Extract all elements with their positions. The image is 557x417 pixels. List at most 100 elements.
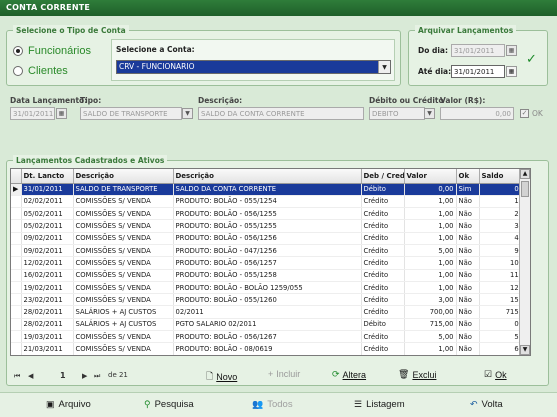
last-record-icon[interactable]: ⏭: [94, 372, 100, 381]
table-cell: Crédito: [361, 355, 404, 356]
table-cell: Crédito: [361, 281, 405, 295]
column-header[interactable]: Ok: [456, 169, 480, 184]
table-row[interactable]: 05/02/2011 COMISSÕES S/ VENDA PRODUTO: BOL…: [11, 207, 530, 221]
table-row[interactable]: ▶ 31/01/2011 SALDO DE TRANSPORTE SALDO DA C…: [11, 183, 530, 196]
table-cell: 1,00: [404, 232, 457, 245]
novo-button[interactable]: 🗋 Novo: [206, 369, 237, 385]
record-number: 1: [60, 371, 66, 380]
table-cell: 09/02/2011: [21, 244, 74, 258]
row-indicator: [11, 232, 22, 245]
vertical-scrollbar[interactable]: ▲ ▼: [519, 169, 530, 355]
table-cell: PRODUTO: BOLÃO - 055/1268: [173, 355, 361, 356]
footer-toolbar: ▣ Arquivo ⚲ Pesquisa 👥 Todos ☰ Listagem …: [0, 392, 557, 417]
scroll-up-icon[interactable]: ▲: [520, 169, 530, 179]
table-cell: Não: [456, 244, 480, 258]
row-indicator: [11, 269, 22, 282]
conta-select-box: Selecione a Conta: CRV - FUNCIONARIO ▼: [111, 39, 395, 81]
data-lancamento-label: Data Lançamento:: [10, 96, 88, 105]
row-indicator: [11, 355, 21, 356]
scroll-down-icon[interactable]: ▼: [520, 345, 530, 355]
radio-funcionarios[interactable]: Funcionários: [13, 45, 91, 57]
table-row[interactable]: 19/02/2011 COMISSÕES S/ VENDA PRODUTO: BOL…: [11, 281, 530, 295]
row-indicator: [11, 318, 22, 332]
radio-clientes[interactable]: Clientes: [13, 65, 68, 77]
table-cell: PRODUTO: BOLÃO - 055/1254: [173, 195, 362, 209]
list-icon: ☰: [354, 399, 363, 409]
table-cell: Débito: [361, 318, 405, 332]
tipo-conta-legend: Selecione o Tipo de Conta: [13, 25, 129, 36]
table-cell: Não: [456, 305, 480, 319]
listagem-button[interactable]: ☰ Listagem: [354, 399, 405, 410]
arquivo-button[interactable]: ▣ Arquivo: [46, 399, 91, 410]
conta-select[interactable]: CRV - FUNCIONARIO ▼: [116, 60, 391, 74]
row-indicator: [11, 256, 22, 270]
column-header[interactable]: Deb / Cred: [361, 169, 405, 184]
table-row[interactable]: 02/02/2011 COMISSÕES S/ VENDA PRODUTO: BOL…: [11, 195, 530, 209]
calendar-icon[interactable]: ▦: [506, 66, 517, 77]
table-row[interactable]: 19/03/2011 COMISSÕES S/ VENDA PRODUTO: BOL…: [11, 330, 530, 344]
table-cell: 21/03/2011: [21, 342, 74, 355]
table-cell: 19/02/2011: [21, 281, 74, 295]
debcred-label: Débito ou Crédito: [369, 96, 444, 105]
row-indicator: [11, 219, 22, 233]
table-row[interactable]: 21/03/2011 COMISSÕES S/ VENDA PRODUTO: BOL…: [11, 342, 530, 355]
table-cell: COMISSÕES S/ VENDA: [73, 256, 174, 270]
table-row[interactable]: 05/02/2011 COMISSÕES S/ VENDA PRODUTO: BOL…: [11, 219, 530, 233]
table-row[interactable]: 12/02/2011 COMISSÕES S/ VENDA PRODUTO: BOL…: [11, 256, 530, 270]
tipo-label: Tipo:: [80, 96, 102, 105]
table-row[interactable]: 23/03/2011COMISSÕES S/ VENDAPRODUTO: BOL…: [11, 355, 531, 356]
table-cell: COMISSÕES S/ VENDA: [73, 195, 174, 209]
tipo-conta-panel: Selecione o Tipo de Conta Funcionários C…: [6, 25, 401, 86]
checkmark-icon[interactable]: ✓: [526, 52, 537, 67]
table-row[interactable]: 28/02/2011 SALÁRIOS + AJ CUSTOS 02/2011 Cré…: [11, 305, 530, 319]
column-header[interactable]: Dt. Lancto: [21, 169, 74, 184]
table-cell: COMISSÕES S/ VENDA: [73, 244, 174, 258]
chevron-down-icon[interactable]: ▼: [378, 61, 390, 73]
incluir-button[interactable]: + Incluir: [268, 369, 300, 379]
table-cell: Crédito: [361, 269, 405, 282]
column-header[interactable]: Descrição: [173, 169, 362, 184]
chevron-down-icon: ▼: [182, 108, 193, 119]
radio-label-funcionarios: Funcionários: [28, 45, 91, 57]
lancamentos-grid[interactable]: Dt. Lancto Descrição Descrição Deb / Cre…: [10, 168, 531, 356]
users-icon: 👥: [252, 399, 264, 409]
conta-label: Selecione a Conta:: [116, 45, 195, 54]
first-record-icon[interactable]: ⏮: [14, 372, 20, 381]
column-header[interactable]: Valor: [404, 169, 457, 184]
row-indicator: [11, 195, 22, 209]
table-cell: Não: [456, 293, 480, 307]
table-row[interactable]: 23/02/2011 COMISSÕES S/ VENDA PRODUTO: BOL…: [11, 293, 530, 307]
exclui-button[interactable]: 🗑 Exclui: [398, 369, 436, 380]
table-cell: 2,00: [404, 355, 456, 356]
conta-select-value: CRV - FUNCIONARIO: [117, 61, 378, 73]
radio-unselected-icon: [13, 66, 23, 76]
indicator-header: [11, 169, 22, 184]
altera-button[interactable]: ⟳ Altera: [332, 369, 366, 380]
incluir-label: Incluir: [276, 369, 301, 379]
table-row[interactable]: 09/02/2011 COMISSÕES S/ VENDA PRODUTO: BOL…: [11, 244, 530, 258]
pesquisa-button[interactable]: ⚲ Pesquisa: [144, 399, 194, 410]
table-row[interactable]: 28/02/2011 SALÁRIOS + AJ CUSTOS PGTO SALAR…: [11, 318, 530, 332]
table-cell: 09/02/2011: [21, 232, 74, 245]
next-record-icon[interactable]: ▶: [82, 372, 87, 380]
prev-record-icon[interactable]: ◀: [28, 372, 33, 380]
table-cell: COMISSÕES S/ VENDA: [73, 269, 174, 282]
table-cell: 12/02/2011: [21, 256, 74, 270]
column-header[interactable]: Descrição: [73, 169, 174, 184]
todos-button[interactable]: 👥 Todos: [252, 399, 293, 410]
scroll-thumb[interactable]: [521, 181, 529, 197]
volta-button[interactable]: ↶ Volta: [470, 399, 503, 410]
row-pointer-icon: ▶: [11, 183, 22, 196]
table-row[interactable]: 16/02/2011 COMISSÕES S/ VENDA PRODUTO: BOL…: [11, 269, 530, 282]
lancamentos-legend: Lançamentos Cadastrados e Ativos: [13, 155, 168, 166]
table-cell: COMISSÕES S/ VENDA: [73, 355, 173, 356]
table-cell: 0,00: [404, 183, 457, 196]
radio-selected-icon: [13, 46, 23, 56]
ate-dia-field[interactable]: 31/01/2011: [451, 65, 505, 78]
table-cell: Crédito: [361, 293, 405, 307]
data-lancamento-field: 31/01/2011: [10, 107, 55, 120]
arquivar-legend: Arquivar Lançamentos: [415, 25, 517, 36]
ok-button[interactable]: ☑ Ok: [484, 369, 507, 380]
table-cell: PRODUTO: BOLÃO - 056/1256: [173, 232, 362, 245]
table-row[interactable]: 09/02/2011 COMISSÕES S/ VENDA PRODUTO: BOL…: [11, 232, 530, 245]
